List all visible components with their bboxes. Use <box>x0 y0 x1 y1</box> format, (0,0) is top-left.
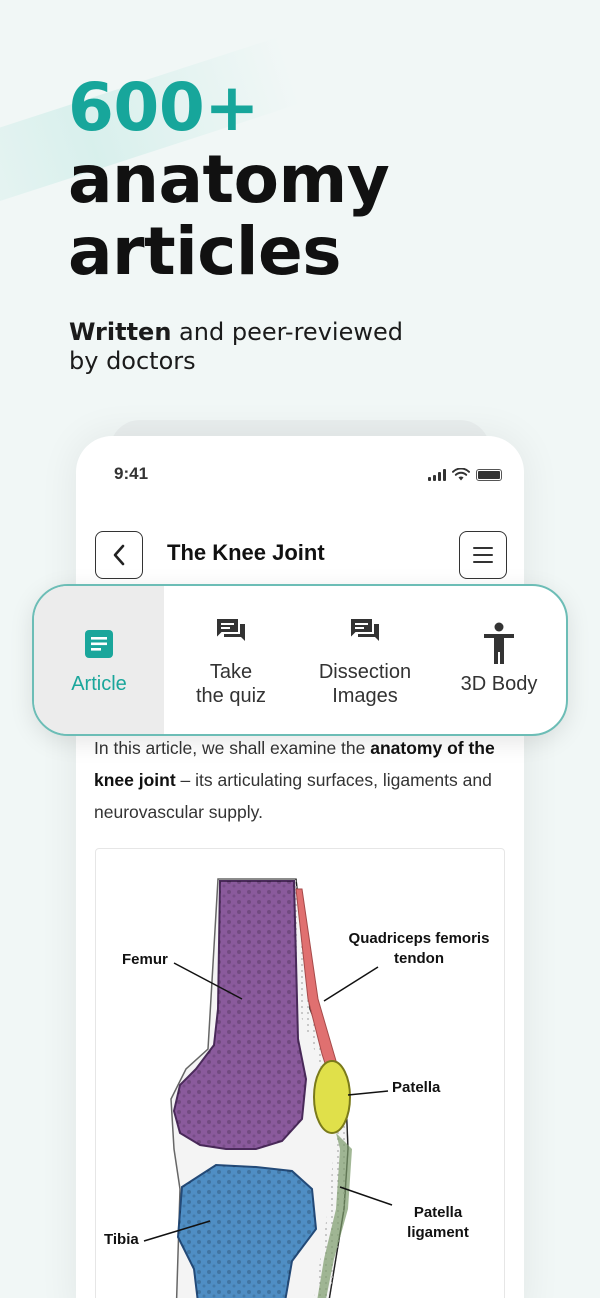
headline-line-3: articles <box>68 213 342 290</box>
label-patella-ligament: Patella ligament <box>407 1204 469 1241</box>
chat-icon <box>214 612 248 652</box>
phone-mockup: 9:41 The Knee Joint In this article, we … <box>76 436 524 1298</box>
back-button[interactable] <box>95 531 143 579</box>
label-quadriceps-tendon: Quadriceps femoris tendon <box>348 930 490 967</box>
menu-icon-line <box>473 547 493 549</box>
tab-3d-body[interactable]: 3D Body <box>432 586 566 734</box>
page-title: The Knee Joint <box>167 540 325 565</box>
label-femur: Femur <box>122 951 168 968</box>
battery-icon <box>476 469 502 481</box>
label-patella: Patella <box>392 1079 441 1096</box>
menu-icon-line <box>473 554 493 556</box>
tab-take-quiz[interactable]: Take the quiz <box>164 586 298 734</box>
menu-icon-line <box>473 561 493 563</box>
article-intro: In this article, we shall examine the an… <box>94 732 504 828</box>
chat-icon <box>348 612 382 652</box>
wifi-icon <box>452 468 470 481</box>
tab-dissection-images[interactable]: Dissection Images <box>298 586 432 734</box>
label-tibia: Tibia <box>104 1231 139 1248</box>
knee-illustration[interactable]: Femur Quadriceps femoris tendon Patella … <box>95 848 505 1298</box>
signal-icon <box>428 469 446 481</box>
subline-bold: Written <box>69 318 172 346</box>
tab-take-quiz-label: Take the quiz <box>195 661 267 707</box>
tab-dissection-images-label: Dissection Images <box>318 661 412 707</box>
subline: Written and peer-reviewed by doctors <box>69 318 429 376</box>
tab-article[interactable]: Article <box>34 586 164 734</box>
tab-3d-body-label: 3D Body <box>460 673 538 695</box>
article-icon <box>84 624 114 664</box>
status-icons <box>428 468 502 481</box>
menu-button[interactable] <box>459 531 507 579</box>
chevron-left-icon <box>113 544 125 566</box>
tab-article-label: Article <box>71 673 127 695</box>
headline: 600+ anatomy articles <box>68 69 390 290</box>
person-icon <box>481 622 517 664</box>
headline-count: 600+ <box>68 69 260 146</box>
status-time: 9:41 <box>114 464 149 483</box>
headline-line-2: anatomy <box>68 141 390 218</box>
content-tabs: Article Take the quiz Dissection Images <box>32 584 568 736</box>
article-intro-text: In this article, we shall examine the <box>94 738 371 758</box>
